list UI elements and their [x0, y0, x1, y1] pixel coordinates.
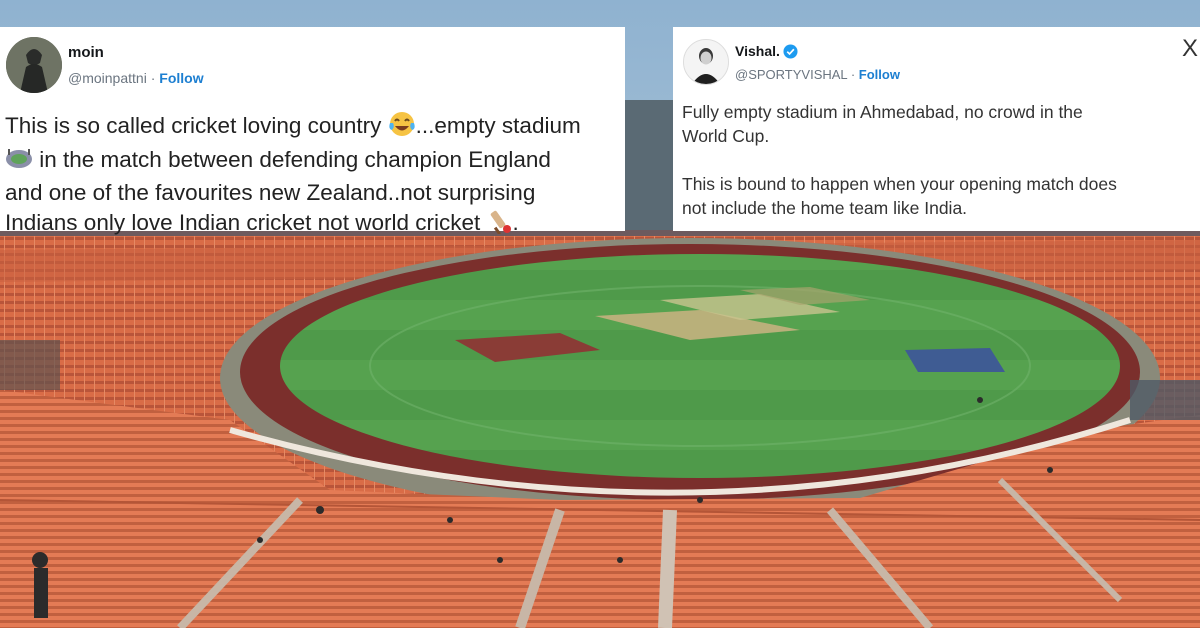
tweet-text: Fully empty stadium in Ahmedabad, no cro… — [682, 102, 1117, 218]
tweet-text-part: in the match between defending champion … — [5, 146, 551, 235]
tweet-card-moin: moin @moinpattni · Follow This is so cal… — [0, 27, 625, 235]
avatar[interactable] — [6, 37, 62, 93]
handle-row: @SPORTYVISHAL · Follow — [735, 67, 900, 82]
close-icon[interactable]: X — [1182, 37, 1198, 61]
follow-button[interactable]: Follow — [159, 70, 203, 86]
follow-button[interactable]: Follow — [859, 67, 900, 82]
handle-row: @moinpattni · Follow — [68, 70, 204, 86]
verified-badge-icon — [783, 44, 798, 59]
separator: · — [850, 67, 856, 82]
stadium-icon — [5, 147, 33, 179]
tweet-text-part: This is so called cricket loving country — [5, 113, 388, 138]
user-silhouette-icon — [6, 37, 62, 93]
display-name[interactable]: moin — [68, 44, 104, 61]
separator: · — [150, 70, 156, 86]
cricket-bat-icon — [486, 208, 512, 242]
tweet-card-vishal: Vishal. @SPORTYVISHAL · Follow X Fully e… — [673, 27, 1200, 231]
user-portrait-icon — [684, 40, 728, 84]
tweet-text-part: ...empty stadium — [415, 113, 581, 138]
tweet-text-part: . — [512, 209, 519, 235]
tweet-text: This is so called cricket loving country… — [5, 111, 620, 241]
display-name-text: Vishal. — [735, 43, 780, 59]
display-name[interactable]: Vishal. — [735, 43, 798, 59]
tears-of-joy-icon — [388, 111, 416, 145]
avatar[interactable] — [683, 39, 729, 85]
user-handle[interactable]: @SPORTYVISHAL — [735, 67, 847, 82]
user-handle[interactable]: @moinpattni — [68, 70, 147, 86]
